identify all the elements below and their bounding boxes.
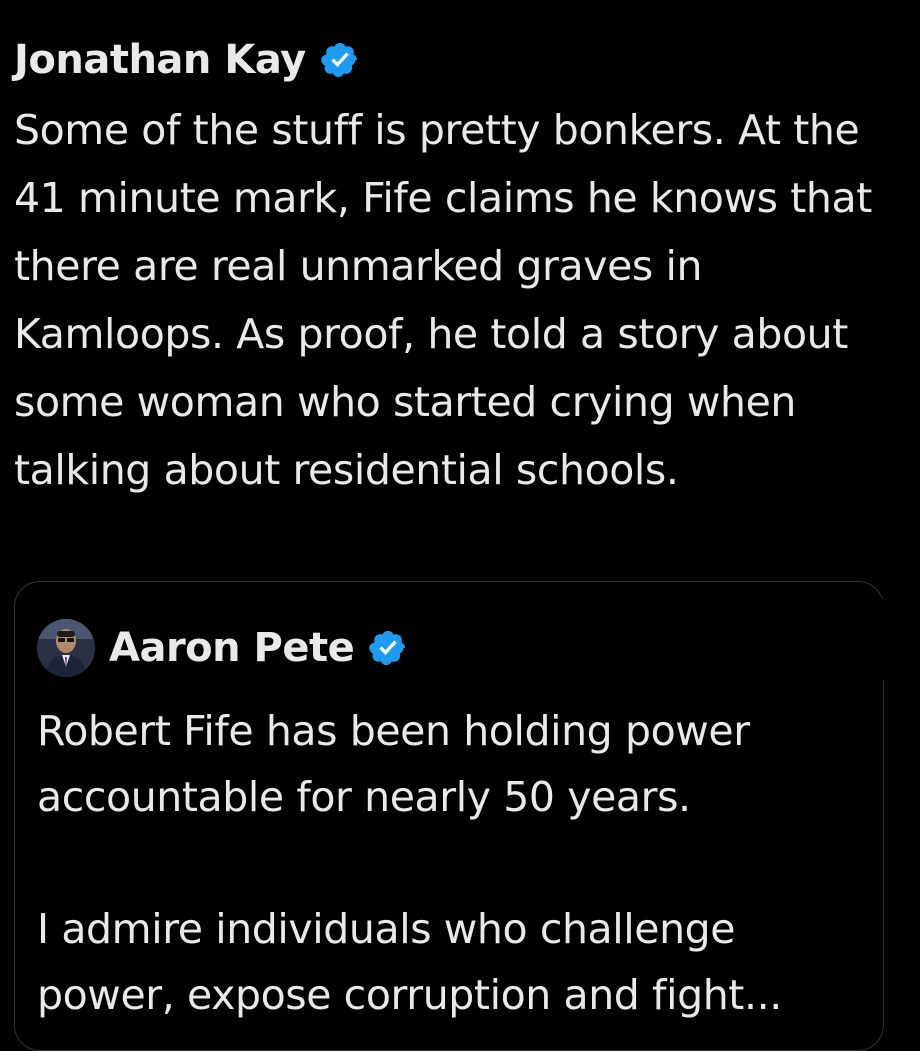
verified-badge-icon[interactable] xyxy=(320,40,360,80)
tweet-header: Jonathan Kay xyxy=(14,28,910,92)
author-name[interactable]: Jonathan Kay xyxy=(14,37,306,83)
quoted-author-name[interactable]: Aaron Pete xyxy=(109,625,355,671)
quoted-tweet-text: Robert Fife has been holding power accou… xyxy=(37,698,867,1028)
quoted-tweet-header: Aaron Pete xyxy=(37,618,408,678)
avatar[interactable] xyxy=(37,619,95,677)
tweet[interactable]: Jonathan Kay Some of the stuff is pretty… xyxy=(14,28,910,504)
tweet-text: Some of the stuff is pretty bonkers. At … xyxy=(14,106,872,494)
redacted-handle xyxy=(435,598,905,682)
quoted-paragraph: Robert Fife has been holding power accou… xyxy=(37,707,750,821)
redacted-handle xyxy=(386,32,886,82)
verified-badge-icon[interactable] xyxy=(368,628,408,668)
quoted-paragraph: I admire individuals who challenge power… xyxy=(37,905,782,1019)
quoted-tweet[interactable]: Aaron Pete Robert Fife has been holding … xyxy=(14,581,905,1051)
